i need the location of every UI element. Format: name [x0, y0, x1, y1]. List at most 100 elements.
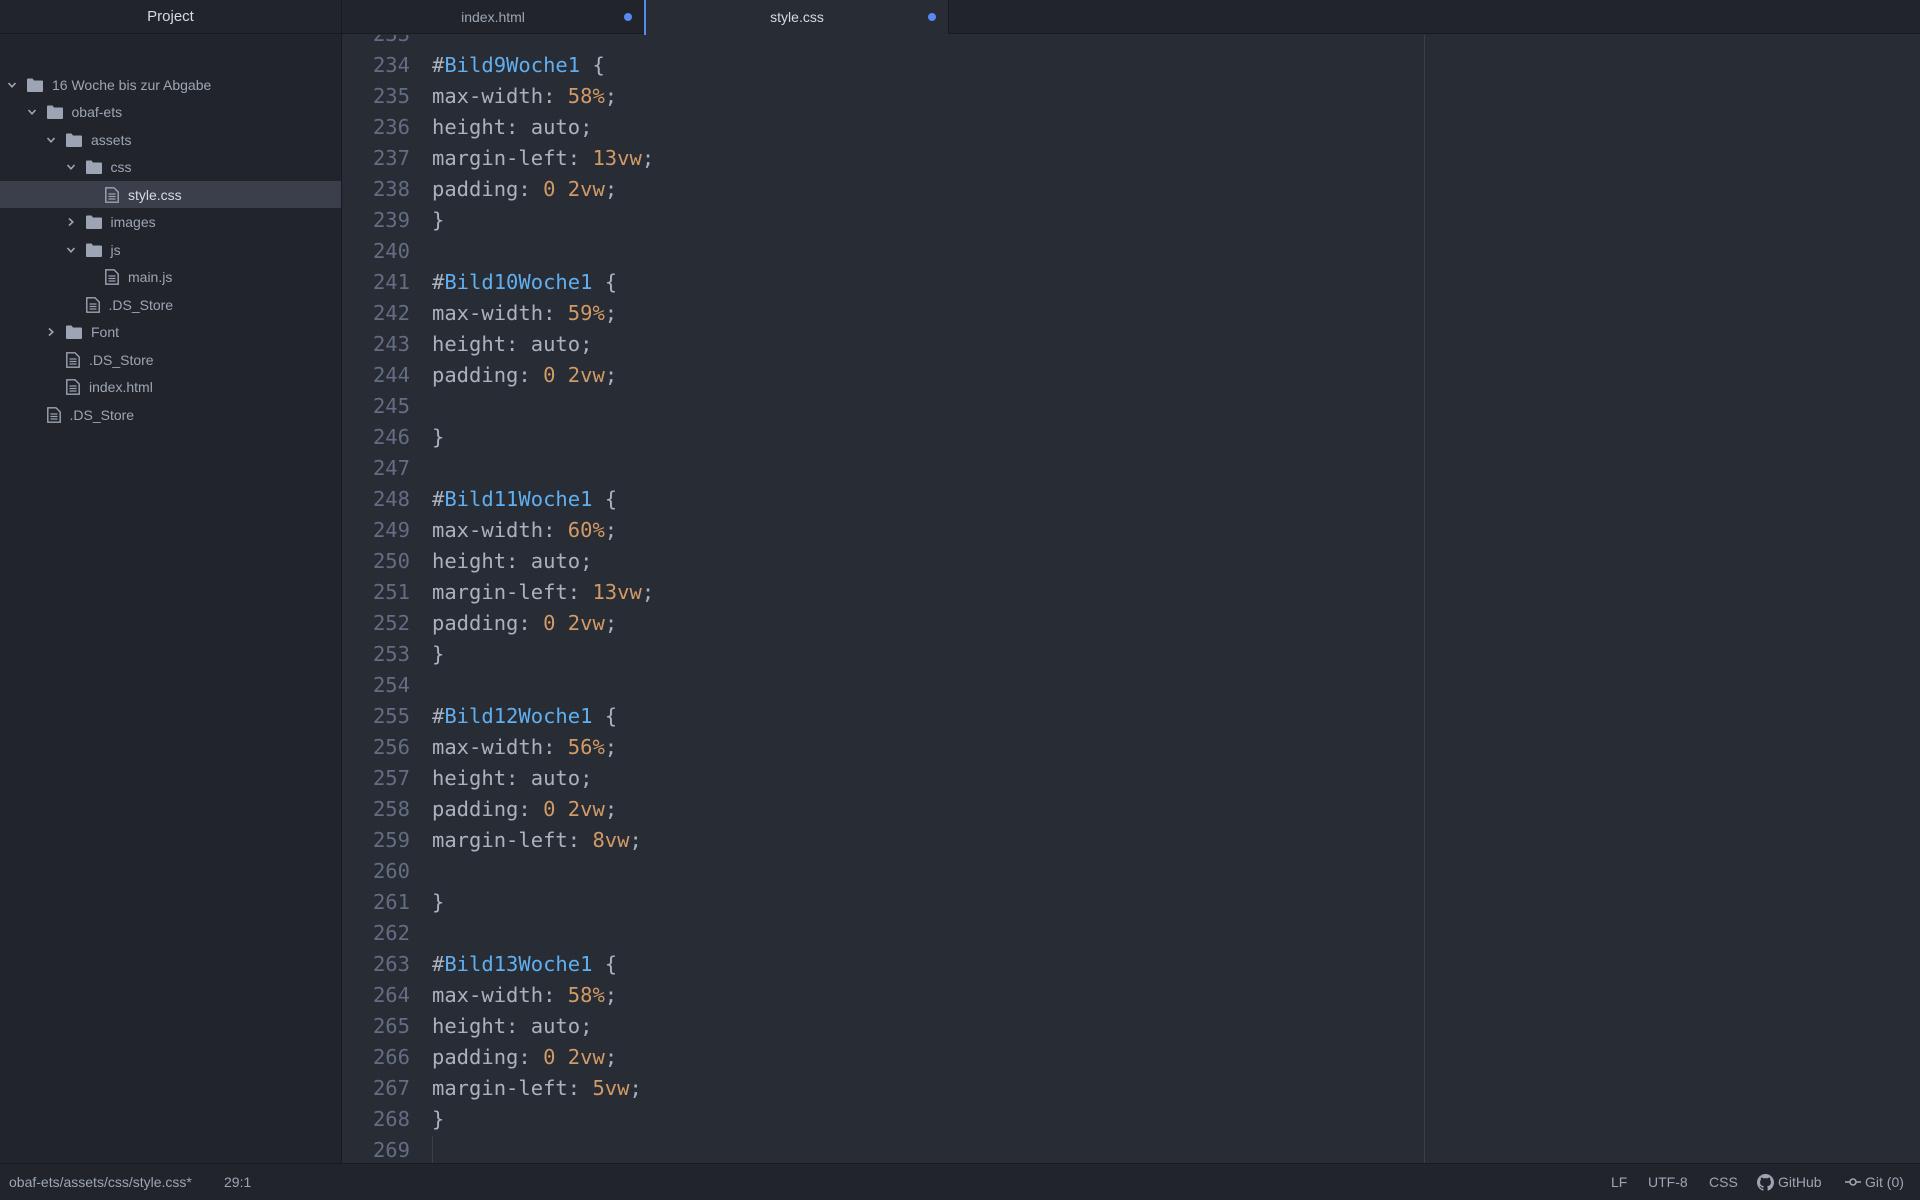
code-token: ;: [629, 1076, 642, 1100]
code-token: max-width:: [432, 301, 568, 325]
code-line[interactable]: }: [432, 887, 444, 918]
code-token: height: auto;: [432, 332, 593, 356]
file-icon: [46, 406, 61, 423]
chevron-down-icon[interactable]: [66, 162, 76, 172]
code-line[interactable]: #Bild10Woche1 {: [432, 267, 617, 298]
line-number: 251: [372, 580, 410, 604]
code-line[interactable]: padding: 0 2vw;: [432, 608, 617, 639]
code-token: margin-left:: [432, 828, 593, 852]
code-line[interactable]: padding: 0 2vw;: [432, 360, 617, 391]
code-line[interactable]: padding: 0 2vw;: [432, 174, 617, 205]
status-git-button[interactable]: Git (0): [1845, 1164, 1904, 1200]
code-token: #: [432, 487, 445, 511]
chevron-down-icon[interactable]: [46, 135, 56, 145]
indent-guide: [432, 1136, 433, 1163]
tree-item-label: .DS_Store: [108, 296, 174, 313]
tree-folder[interactable]: 16 Woche bis zur Abgabe: [0, 71, 341, 98]
code-token: 13vw: [592, 146, 642, 170]
code-line[interactable]: #Bild12Woche1 {: [432, 701, 617, 732]
line-number: 268: [372, 1107, 410, 1131]
code-line[interactable]: }: [432, 422, 444, 453]
code-line[interactable]: height: auto;: [432, 763, 592, 794]
status-grammar[interactable]: CSS: [1709, 1164, 1738, 1200]
line-number: 266: [372, 1045, 410, 1069]
code-line[interactable]: max-width: 59%;: [432, 298, 617, 329]
code-line[interactable]: #Bild9Woche1 {: [432, 50, 605, 81]
chevron-down-icon[interactable]: [66, 245, 76, 255]
tree-file[interactable]: .DS_Store: [0, 291, 341, 318]
tree-folder[interactable]: assets: [0, 126, 341, 153]
code-line[interactable]: max-width: 58%;: [432, 980, 617, 1011]
code-token: 0 2vw: [543, 177, 605, 201]
code-line[interactable]: max-width: 56%;: [432, 732, 617, 763]
folder-icon: [85, 243, 102, 257]
line-number: 235: [372, 84, 410, 108]
tree-item-label: images: [110, 214, 156, 230]
tree-folder[interactable]: Font: [0, 319, 341, 346]
tree-folder[interactable]: obaf-ets: [0, 99, 341, 126]
tree-view: Project 16 Woche bis zur Abgabe obaf-ets a…: [0, 0, 342, 1163]
code-token: }: [432, 642, 445, 666]
code-line[interactable]: height: auto;: [432, 546, 592, 577]
line-number: 238: [372, 177, 410, 201]
file-icon: [66, 351, 80, 368]
folder-icon: [46, 105, 63, 119]
tree-file[interactable]: main.js: [0, 264, 341, 291]
code-token: 5vw: [592, 1076, 630, 1100]
code-line[interactable]: max-width: 60%;: [432, 515, 617, 546]
github-label: GitHub: [1778, 1174, 1822, 1190]
tree-file[interactable]: .DS_Store: [0, 346, 341, 373]
status-cursor-position[interactable]: 29:1: [224, 1164, 251, 1200]
code-line[interactable]: height: auto;: [432, 1011, 592, 1042]
status-encoding[interactable]: UTF-8: [1648, 1164, 1688, 1200]
tree-folder[interactable]: images: [0, 209, 341, 236]
status-file-path[interactable]: obaf-ets/assets/css/style.css*: [9, 1164, 192, 1200]
line-number: 263: [372, 952, 410, 976]
tab-index-html[interactable]: index.html: [342, 0, 644, 34]
status-line-ending[interactable]: LF: [1611, 1164, 1627, 1200]
chevron-right-icon[interactable]: [46, 327, 56, 337]
code-line[interactable]: }: [432, 205, 444, 236]
line-number: 255: [372, 704, 410, 728]
tree-file[interactable]: style.css: [0, 181, 341, 208]
code-line[interactable]: margin-left: 5vw;: [432, 1073, 642, 1104]
code-line[interactable]: }: [432, 639, 444, 670]
chevron-down-icon[interactable]: [27, 107, 37, 117]
tab-bar: index.html style.css: [342, 0, 1920, 35]
code-line[interactable]: margin-left: 8vw;: [432, 825, 642, 856]
text-editor[interactable]: 233 234 235 236 237 238 239 240 241 242 243 244 245 2…: [342, 35, 1920, 1163]
line-number: 260: [372, 859, 410, 883]
tree-folder[interactable]: js: [0, 236, 341, 263]
code-token: ;: [641, 580, 655, 604]
code-token: }: [432, 890, 445, 914]
project-panel-title: Project: [0, 0, 341, 34]
code-line[interactable]: padding: 0 2vw;: [432, 1042, 617, 1073]
code-line[interactable]: height: auto;: [432, 329, 592, 360]
code-line[interactable]: padding: 0 2vw;: [432, 794, 617, 825]
code-token: {: [592, 704, 618, 728]
chevron-down-icon[interactable]: [7, 80, 17, 90]
code-token: {: [592, 952, 618, 976]
code-line[interactable]: #Bild13Woche1 {: [432, 949, 617, 980]
file-icon: [85, 296, 100, 313]
code-token: max-width:: [432, 735, 568, 759]
tab-style-css[interactable]: style.css: [644, 0, 948, 35]
tree-file[interactable]: .DS_Store: [0, 401, 341, 428]
code-token: ;: [604, 735, 618, 759]
code-token: margin-left:: [432, 146, 593, 170]
status-github-button[interactable]: GitHub: [1757, 1164, 1822, 1200]
modified-indicator-icon: [928, 13, 936, 21]
line-number: 240: [372, 239, 410, 263]
code-line[interactable]: margin-left: 13vw;: [432, 577, 654, 608]
code-token: ;: [629, 828, 642, 852]
code-line[interactable]: height: auto;: [432, 112, 592, 143]
tree-file[interactable]: index.html: [0, 374, 341, 401]
code-line[interactable]: }: [432, 1104, 444, 1135]
chevron-right-icon[interactable]: [66, 217, 76, 227]
tree-folder[interactable]: css: [0, 154, 341, 181]
code-line[interactable]: max-width: 58%;: [432, 81, 617, 112]
tree-item-label: style.css: [128, 186, 182, 203]
code-line[interactable]: #Bild11Woche1 {: [432, 484, 617, 515]
line-number-gutter[interactable]: 233 234 235 236 237 238 239 240 241 242 243 244 245 2…: [342, 35, 410, 1163]
code-line[interactable]: margin-left: 13vw;: [432, 143, 654, 174]
